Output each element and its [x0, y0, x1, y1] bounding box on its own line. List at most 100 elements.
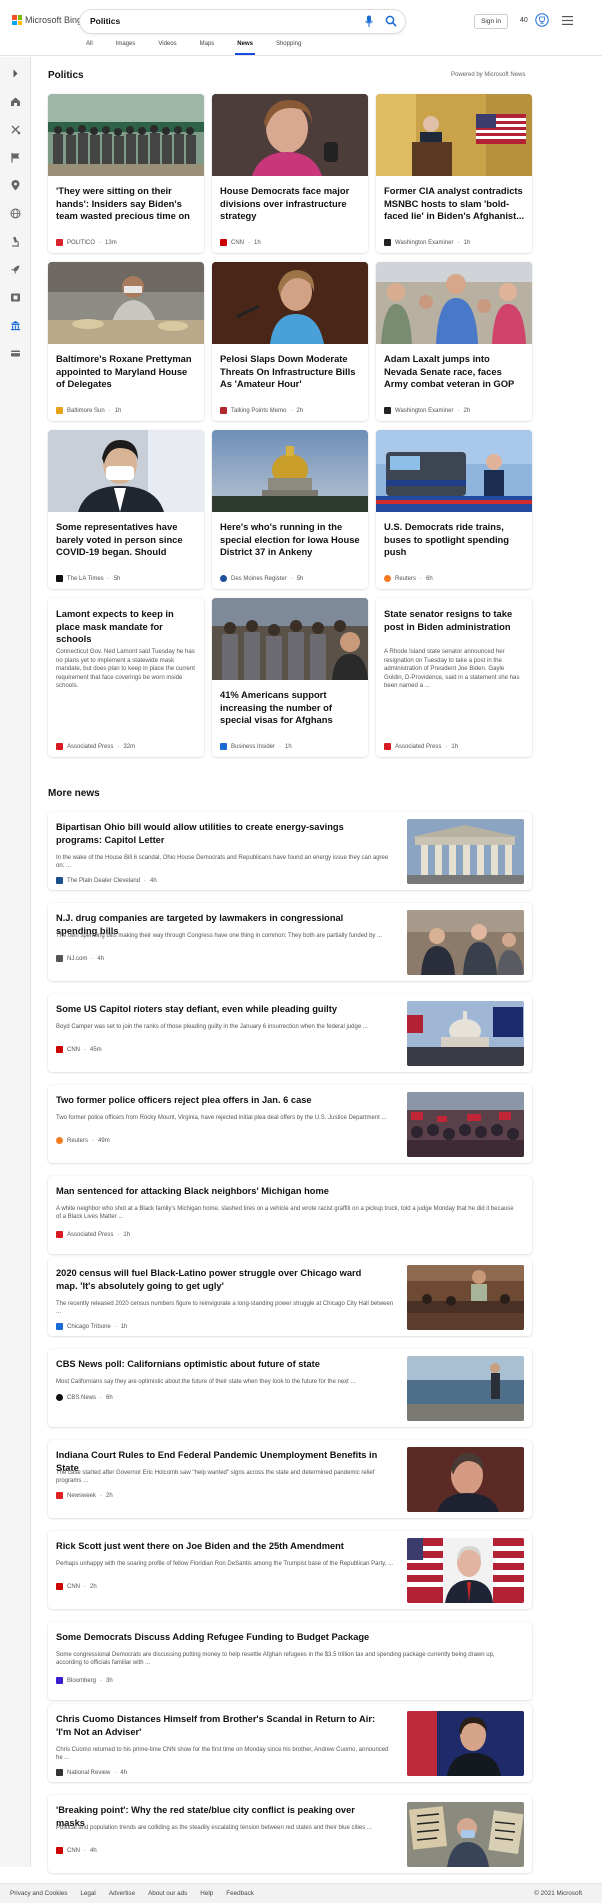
tab-maps[interactable]: Maps: [200, 41, 215, 55]
source-logo-icon: [384, 407, 391, 414]
news-image: [48, 430, 204, 512]
card-title[interactable]: 41% Americans support increasing the num…: [220, 689, 361, 727]
search-icon[interactable]: [385, 15, 397, 27]
news-list-item[interactable]: 2020 census will fuel Black-Latino power…: [48, 1258, 532, 1336]
news-source: Chicago Tribune · 1h: [56, 1323, 127, 1330]
location-pin-icon[interactable]: [10, 180, 21, 191]
sports-icon[interactable]: [10, 124, 21, 135]
money-icon[interactable]: [10, 348, 21, 359]
card-title[interactable]: Former CIA analyst contradicts MSNBC hos…: [384, 185, 525, 223]
news-list-item[interactable]: N.J. drug companies are targeted by lawm…: [48, 903, 532, 981]
hamburger-menu-icon[interactable]: [562, 16, 573, 25]
expand-chevron-icon[interactable]: [10, 68, 21, 79]
globe-icon[interactable]: [10, 208, 21, 219]
news-title[interactable]: Rick Scott just went there on Joe Biden …: [56, 1540, 382, 1553]
news-list-item[interactable]: Bipartisan Ohio bill would allow utiliti…: [48, 812, 532, 890]
news-card[interactable]: U.S. Democrats ride trains, buses to spo…: [376, 430, 532, 589]
tab-shopping[interactable]: Shopping: [276, 41, 301, 55]
home-icon[interactable]: [10, 96, 21, 107]
news-list-item[interactable]: Indiana Court Rules to End Federal Pande…: [48, 1440, 532, 1518]
news-card[interactable]: 41% Americans support increasing the num…: [212, 598, 368, 757]
card-title[interactable]: Baltimore's Roxane Prettyman appointed t…: [56, 353, 197, 391]
copyright: © 2021 Microsoft: [534, 1890, 582, 1897]
source-name: NJ.com: [67, 955, 88, 962]
tab-news[interactable]: News: [235, 41, 255, 55]
powered-by-label[interactable]: Powered by Microsoft News: [451, 72, 525, 78]
government-icon[interactable]: [10, 320, 21, 331]
news-list-item[interactable]: Chris Cuomo Distances Himself from Broth…: [48, 1704, 532, 1782]
search-input[interactable]: Politics: [90, 16, 120, 26]
tab-all[interactable]: All: [86, 41, 93, 55]
privacy-link[interactable]: Privacy and Cookies: [10, 1890, 67, 1897]
legal-link[interactable]: Legal: [80, 1890, 95, 1897]
news-snippet: Perhaps unhappy with the soaring profile…: [56, 1561, 394, 1567]
card-title[interactable]: Lamont expects to keep in place mask man…: [56, 608, 197, 646]
news-list-item[interactable]: Two former police officers reject plea o…: [48, 1085, 532, 1163]
news-list-item[interactable]: Some Democrats Discuss Adding Refugee Fu…: [48, 1622, 532, 1700]
news-thumbnail: [407, 1092, 524, 1157]
news-source: CNN · 45m: [56, 1046, 102, 1053]
rewards-points[interactable]: 40: [520, 17, 528, 24]
published-age: 4h: [97, 955, 105, 962]
published-age: 5h: [113, 575, 121, 582]
card-title[interactable]: 'They were sitting on their hands': Insi…: [56, 185, 197, 223]
news-list-item[interactable]: CBS News poll: Californians optimistic a…: [48, 1349, 532, 1427]
news-card[interactable]: Baltimore's Roxane Prettyman appointed t…: [48, 262, 204, 421]
news-card[interactable]: Some representatives have barely voted i…: [48, 430, 204, 589]
news-source: CBS News · 6h: [56, 1394, 113, 1401]
news-card[interactable]: State senator resigns to take post in Bi…: [376, 598, 532, 757]
card-title[interactable]: Some representatives have barely voted i…: [56, 521, 197, 559]
card-title[interactable]: U.S. Democrats ride trains, buses to spo…: [384, 521, 525, 559]
news-title[interactable]: CBS News poll: Californians optimistic a…: [56, 1358, 382, 1371]
published-age: 2h: [296, 407, 304, 414]
source-name: CNN: [67, 1847, 80, 1854]
news-title[interactable]: 2020 census will fuel Black-Latino power…: [56, 1267, 382, 1292]
page-title: Politics: [48, 70, 84, 81]
news-snippet: The twin spending bills making their way…: [56, 933, 383, 939]
card-title[interactable]: House Democrats face major divisions ove…: [220, 185, 361, 223]
tab-videos[interactable]: Videos: [158, 41, 176, 55]
card-source: Business Insider · 1h: [220, 743, 292, 750]
news-list-item[interactable]: Rick Scott just went there on Joe Biden …: [48, 1531, 532, 1609]
card-title[interactable]: Pelosi Slaps Down Moderate Threats On In…: [220, 353, 361, 391]
sign-in-button[interactable]: Sign in: [474, 14, 508, 29]
news-title[interactable]: Bipartisan Ohio bill would allow utiliti…: [56, 821, 382, 846]
news-title[interactable]: Some US Capitol rioters stay defiant, ev…: [56, 1003, 382, 1016]
news-list-item[interactable]: Man sentenced for attacking Black neighb…: [48, 1176, 532, 1254]
flag-icon[interactable]: [10, 152, 21, 163]
news-title[interactable]: Man sentenced for attacking Black neighb…: [56, 1185, 516, 1198]
feedback-link[interactable]: Feedback: [226, 1890, 254, 1897]
card-title[interactable]: Here's who's running in the special elec…: [220, 521, 361, 559]
rocket-icon[interactable]: [10, 264, 21, 275]
film-icon[interactable]: [10, 292, 21, 303]
card-title[interactable]: Adam Laxalt jumps into Nevada Senate rac…: [384, 353, 525, 391]
tab-images[interactable]: Images: [116, 41, 136, 55]
news-title[interactable]: Some Democrats Discuss Adding Refugee Fu…: [56, 1631, 516, 1644]
microphone-icon[interactable]: [364, 15, 374, 28]
card-title[interactable]: State senator resigns to take post in Bi…: [384, 608, 525, 633]
news-card[interactable]: Adam Laxalt jumps into Nevada Senate rac…: [376, 262, 532, 421]
news-list-item[interactable]: Some US Capitol rioters stay defiant, ev…: [48, 994, 532, 1072]
news-list-item[interactable]: 'Breaking point': Why the red state/blue…: [48, 1795, 532, 1873]
advertise-link[interactable]: Advertise: [109, 1890, 135, 1897]
about-ads-link[interactable]: About our ads: [148, 1890, 187, 1897]
news-card[interactable]: 'They were sitting on their hands': Insi…: [48, 94, 204, 253]
published-age: 1h: [114, 407, 122, 414]
news-title[interactable]: Chris Cuomo Distances Himself from Broth…: [56, 1713, 382, 1738]
microscope-icon[interactable]: [10, 236, 21, 247]
help-link[interactable]: Help: [200, 1890, 213, 1897]
news-card[interactable]: Pelosi Slaps Down Moderate Threats On In…: [212, 262, 368, 421]
news-card[interactable]: Former CIA analyst contradicts MSNBC hos…: [376, 94, 532, 253]
rewards-trophy-icon[interactable]: [535, 13, 549, 27]
published-age: 2h: [90, 1583, 97, 1590]
source-logo-icon: [220, 239, 227, 246]
bing-logo[interactable]: Microsoft Bing: [12, 15, 82, 25]
news-snippet: A white neighbor who shot at a Black fam…: [56, 1206, 514, 1221]
news-title[interactable]: Two former police officers reject plea o…: [56, 1094, 382, 1107]
source-name: The Plain Dealer Cleveland: [67, 877, 141, 884]
search-box[interactable]: Politics: [80, 10, 405, 33]
news-card[interactable]: Lamont expects to keep in place mask man…: [48, 598, 204, 757]
news-card[interactable]: Here's who's running in the special elec…: [212, 430, 368, 589]
published-age: 1h: [463, 239, 471, 246]
news-card[interactable]: House Democrats face major divisions ove…: [212, 94, 368, 253]
